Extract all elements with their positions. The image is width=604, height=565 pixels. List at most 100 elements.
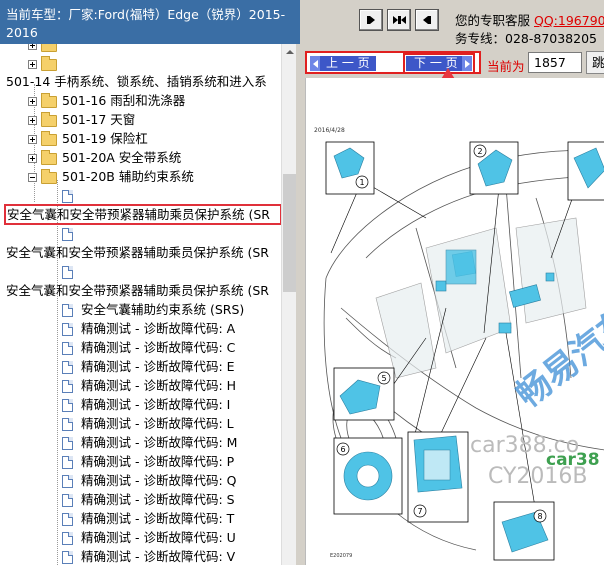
current-page-label: 当前为	[487, 59, 525, 74]
tree-doc-dtc-v[interactable]: 精确测试 - 诊断故障代码: V	[62, 547, 235, 565]
arrow-up-icon	[285, 49, 294, 54]
show-left-pane-button[interactable]	[359, 9, 383, 31]
expand-icon[interactable]	[28, 135, 37, 144]
tree-doc-dtc-t[interactable]: 精确测试 - 诊断故障代码: T	[62, 509, 234, 528]
document-icon	[62, 437, 73, 450]
callout-number-8: 8	[537, 512, 542, 521]
callout-box-8: 8	[493, 501, 555, 561]
tree-doc-dtc-m[interactable]: 精确测试 - 诊断故障代码: M	[62, 433, 237, 452]
folder-icon	[41, 130, 57, 146]
document-icon	[62, 513, 73, 526]
tree-item-selected[interactable]: 安全气囊和安全带预紧器辅助乘员保护系统 (SR	[4, 204, 281, 225]
airbag-system-diagram: 1 2 5 6 7 8	[323, 141, 604, 561]
tree-group-501-14[interactable]: 501-14 手柄系统、锁系统、插销系统和进入系	[6, 72, 267, 91]
callout-number-7: 7	[417, 507, 422, 516]
expand-icon[interactable]	[28, 116, 37, 125]
tree-doc-icon-row[interactable]	[62, 186, 81, 205]
document-icon	[62, 361, 73, 374]
view-toggle-buttons	[359, 9, 439, 31]
service-qq-link[interactable]: QQ:19679011	[534, 13, 604, 28]
tree-scrollbar[interactable]	[281, 44, 297, 565]
document-icon	[62, 304, 73, 317]
scroll-thumb[interactable]	[283, 174, 296, 292]
service-label: 您的专职客服	[455, 13, 531, 28]
expand-icon[interactable]	[28, 44, 37, 50]
tree-doc-dtc-e[interactable]: 精确测试 - 诊断故障代码: E	[62, 357, 235, 376]
document-page-view: 2016/4/28 1 2 5 6 7 8 畅易汽车 car388.co car…	[305, 78, 604, 565]
document-icon	[62, 532, 73, 545]
callout-box-5: 5	[333, 367, 395, 421]
customer-service-info: 您的专职客服 QQ:19679011 务专线：028-87038205	[455, 12, 604, 48]
callout-box-2: 2	[469, 141, 519, 195]
tree-folder-partial[interactable]	[28, 44, 62, 54]
tree-folder-501-20b[interactable]: 501-20B 辅助约束系统	[28, 167, 194, 186]
folder-icon	[41, 44, 57, 52]
next-arrow-icon	[462, 56, 472, 71]
expand-icon[interactable]	[28, 97, 37, 106]
folder-icon	[41, 149, 57, 165]
folder-icon	[41, 111, 57, 127]
tree-doc-dtc-i[interactable]: 精确测试 - 诊断故障代码: I	[62, 395, 230, 414]
page-number-input[interactable]	[528, 52, 582, 73]
tree-folder-501-19[interactable]: 501-19 保险杠	[28, 129, 148, 148]
tree-doc-dtc-l[interactable]: 精确测试 - 诊断故障代码: L	[62, 414, 234, 433]
document-icon	[62, 380, 73, 393]
expand-icon[interactable]	[28, 154, 37, 163]
callout-box-6: 6	[333, 437, 403, 515]
document-icon	[62, 418, 73, 431]
document-icon	[62, 228, 73, 241]
tree-doc-dtc-q[interactable]: 精确测试 - 诊断故障代码: Q	[62, 471, 236, 490]
current-vehicle-header: 当前车型：厂家:Ford(福特）Edge（锐界）2015- 2016	[0, 0, 300, 44]
prev-page-button[interactable]: 上 一 页	[310, 56, 376, 71]
tree-doc-srs[interactable]: 安全气囊辅助约束系统 (SRS)	[62, 300, 244, 319]
document-icon	[62, 456, 73, 469]
diagram-code: E202079	[330, 553, 353, 559]
document-icon	[62, 266, 73, 279]
tree-doc-icon-row[interactable]	[62, 224, 81, 243]
tree-doc-dtc-a[interactable]: 精确测试 - 诊断故障代码: A	[62, 319, 235, 338]
callout-number-5: 5	[381, 374, 386, 383]
tree-doc-dtc-u[interactable]: 精确测试 - 诊断故障代码: U	[62, 528, 236, 547]
navigation-tree: 501-14 手柄系统、锁系统、插销系统和进入系 501-16 雨刮和洗涤器 5…	[0, 44, 281, 565]
tree-folder-501-17[interactable]: 501-17 天窗	[28, 110, 135, 129]
callout-box-7: 7	[407, 431, 469, 523]
split-view-button[interactable]	[387, 9, 411, 31]
divider-icon	[428, 16, 431, 24]
document-icon	[62, 190, 73, 203]
watermark-year: CY2016B	[488, 464, 588, 489]
triangle-left-icon	[400, 16, 406, 24]
vehicle-line-2: 2016	[6, 25, 38, 40]
triangle-right-icon	[370, 16, 375, 24]
tree-folder-partial-icon-row[interactable]	[7, 54, 87, 73]
document-icon	[62, 494, 73, 507]
pane-splitter[interactable]	[296, 44, 303, 565]
hotline-text: 务专线：028-87038205	[455, 31, 597, 46]
go-to-page-button[interactable]: 跳	[586, 51, 604, 74]
collapse-icon[interactable]	[28, 173, 37, 182]
prev-arrow-icon	[310, 56, 320, 71]
tree-doc-dtc-p[interactable]: 精确测试 - 诊断故障代码: P	[62, 452, 234, 471]
tree-item-srs-3[interactable]: 安全气囊和安全带预紧器辅助乘员保护系统 (SR	[6, 281, 269, 300]
tree-folder-501-16[interactable]: 501-16 雨刮和洗涤器	[28, 91, 185, 110]
vehicle-line-1: 当前车型：厂家:Ford(福特）Edge（锐界）2015-	[6, 7, 286, 22]
tree-doc-dtc-c[interactable]: 精确测试 - 诊断故障代码: C	[62, 338, 235, 357]
tree-item-srs-2[interactable]: 安全气囊和安全带预紧器辅助乘员保护系统 (SR	[6, 243, 269, 262]
tree-doc-icon-row[interactable]	[62, 262, 81, 281]
callout-number-1: 1	[359, 178, 364, 187]
callout-number-6: 6	[340, 445, 345, 454]
tree-guide-line	[57, 180, 58, 565]
tree-doc-dtc-s[interactable]: 精确测试 - 诊断故障代码: S	[62, 490, 235, 509]
tree-folder-501-20a[interactable]: 501-20A 安全带系统	[28, 148, 181, 167]
show-right-pane-button[interactable]	[415, 9, 439, 31]
expand-icon[interactable]	[28, 60, 37, 69]
folder-icon	[41, 55, 57, 71]
document-icon	[62, 551, 73, 564]
callout-box-3	[567, 141, 604, 201]
tree-doc-dtc-h[interactable]: 精确测试 - 诊断故障代码: H	[62, 376, 236, 395]
scroll-up-button[interactable]	[282, 44, 297, 59]
callout-marker-4	[445, 249, 477, 285]
document-icon	[62, 323, 73, 336]
callout-box-1: 1	[325, 141, 375, 195]
callout-number-2: 2	[477, 147, 482, 156]
document-icon	[62, 342, 73, 355]
